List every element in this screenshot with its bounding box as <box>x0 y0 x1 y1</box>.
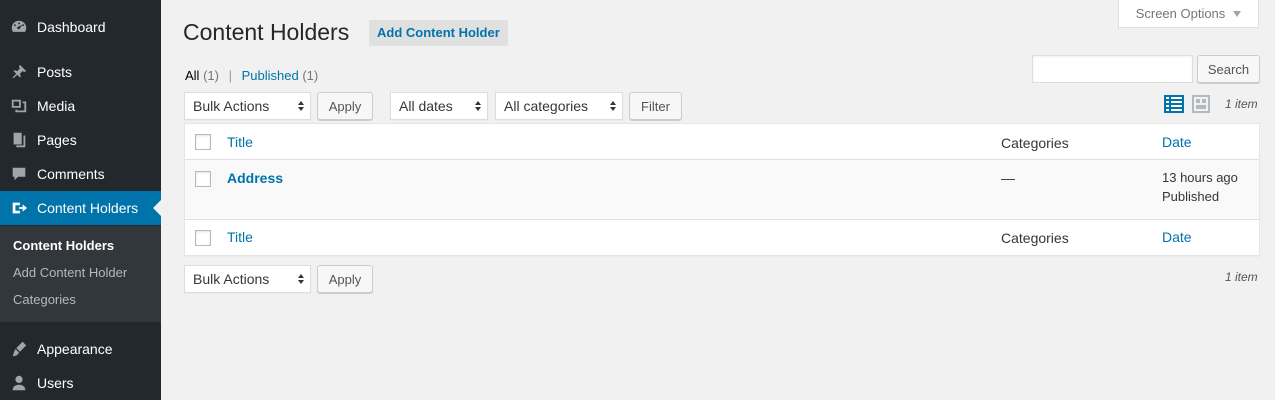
search-input[interactable] <box>1032 55 1193 83</box>
apply-button-bottom[interactable]: Apply <box>317 265 373 293</box>
pin-icon <box>10 63 28 81</box>
bulk-actions-value: Bulk Actions <box>193 271 270 287</box>
media-icon <box>10 97 28 115</box>
column-date-sort-footer[interactable]: Date <box>1162 229 1192 245</box>
categories-filter-value: All categories <box>504 98 589 114</box>
view-all-link[interactable]: All <box>185 68 199 83</box>
items-count-top: 1 item <box>1225 97 1258 111</box>
select-arrows-icon <box>298 274 304 284</box>
select-all-checkbox[interactable] <box>195 134 211 150</box>
bulk-actions-select-top[interactable]: Bulk Actions <box>184 92 311 120</box>
view-all-count: (1) <box>203 68 219 83</box>
list-view-icon[interactable] <box>1164 95 1184 113</box>
screen-options-button[interactable]: Screen Options <box>1118 0 1259 28</box>
admin-sidebar: Dashboard Posts Media Pages Comments Con… <box>0 0 161 400</box>
column-date-sort[interactable]: Date <box>1162 134 1192 150</box>
sidebar-item-posts[interactable]: Posts <box>0 55 161 89</box>
column-title-sort[interactable]: Title <box>227 134 253 150</box>
view-published-link[interactable]: Published <box>242 68 299 83</box>
bulk-actions-value: Bulk Actions <box>193 98 270 114</box>
status-views: All (1) | Published (1) <box>185 68 318 83</box>
dashboard-icon <box>10 18 28 36</box>
sidebar-item-label: Dashboard <box>37 19 106 35</box>
row-title-link[interactable]: Address <box>227 170 283 186</box>
paintbrush-icon <box>10 340 28 358</box>
bulk-actions-select-bottom[interactable]: Bulk Actions <box>184 265 311 293</box>
sidebar-item-label: Comments <box>37 166 105 182</box>
search-button[interactable]: Search <box>1197 55 1260 83</box>
sidebar-item-appearance[interactable]: Appearance <box>0 332 161 366</box>
row-status: Published <box>1162 189 1220 204</box>
submenu-item-content-holders[interactable]: Content Holders <box>13 238 114 253</box>
submenu-item-add-content-holder[interactable]: Add Content Holder <box>13 265 127 280</box>
table-header-row: Title Categories Date <box>185 124 1259 160</box>
sidebar-item-label: Users <box>37 375 74 391</box>
categories-filter-select[interactable]: All categories <box>495 92 623 120</box>
view-published-count: (1) <box>302 68 319 83</box>
sidebar-item-label: Appearance <box>37 341 113 357</box>
table-footer-row: Title Categories Date <box>185 219 1259 256</box>
screen-options-label: Screen Options <box>1135 6 1226 21</box>
select-arrows-icon <box>298 101 304 111</box>
pages-icon <box>10 131 28 149</box>
column-categories: Categories <box>1001 135 1069 151</box>
sidebar-item-label: Posts <box>37 64 73 80</box>
view-separator: | <box>228 68 232 83</box>
select-arrows-icon <box>610 101 616 111</box>
add-content-holder-button[interactable]: Add Content Holder <box>369 20 508 46</box>
sidebar-item-label: Media <box>37 98 76 114</box>
page-title: Content Holders <box>183 19 350 45</box>
sidebar-item-users[interactable]: Users <box>0 366 161 400</box>
sidebar-item-label: Pages <box>37 132 77 148</box>
column-categories-footer: Categories <box>1001 230 1069 246</box>
sidebar-item-comments[interactable]: Comments <box>0 157 161 191</box>
content-holders-table: Title Categories Date Address — 13 hours… <box>184 123 1260 256</box>
dates-filter-value: All dates <box>399 98 453 114</box>
sidebar-item-pages[interactable]: Pages <box>0 123 161 157</box>
sidebar-item-content-holders[interactable]: Content Holders <box>0 191 161 225</box>
row-date: 13 hours ago <box>1162 170 1238 185</box>
caret-down-icon <box>1233 10 1242 17</box>
user-icon <box>10 374 28 392</box>
row-categories: — <box>1001 170 1015 186</box>
comment-icon <box>10 165 28 183</box>
select-arrows-icon <box>475 101 481 111</box>
content-holders-icon <box>10 199 28 217</box>
sidebar-item-media[interactable]: Media <box>0 89 161 123</box>
excerpt-view-icon[interactable] <box>1192 95 1210 113</box>
content-holders-submenu: Content Holders Add Content Holder Categ… <box>0 226 161 322</box>
items-count-bottom: 1 item <box>1225 270 1258 284</box>
sidebar-item-dashboard[interactable]: Dashboard <box>0 10 161 44</box>
dates-filter-select[interactable]: All dates <box>390 92 488 120</box>
select-all-checkbox-footer[interactable] <box>195 230 211 246</box>
filter-button[interactable]: Filter <box>629 92 682 120</box>
column-title-sort-footer[interactable]: Title <box>227 229 253 245</box>
table-row: Address — 13 hours ago Published <box>185 160 1259 219</box>
apply-button-top[interactable]: Apply <box>317 92 373 120</box>
submenu-item-categories[interactable]: Categories <box>13 292 76 307</box>
sidebar-item-label: Content Holders <box>37 200 139 216</box>
row-checkbox[interactable] <box>195 171 211 187</box>
